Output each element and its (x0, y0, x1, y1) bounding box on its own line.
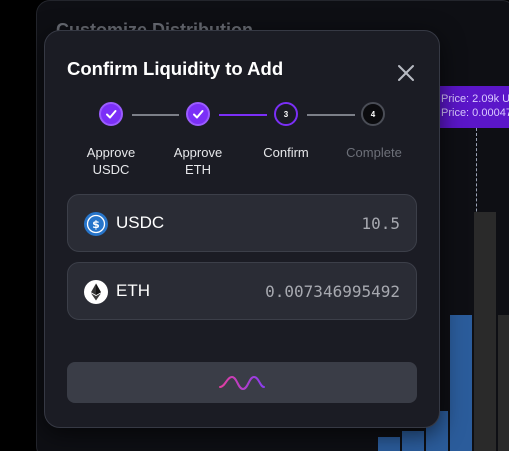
token-amount: 10.5 (361, 214, 400, 233)
eth-icon (84, 280, 108, 304)
step-connector (307, 114, 355, 116)
confirm-button[interactable] (67, 362, 417, 403)
usdc-icon: $ (84, 212, 108, 236)
token-amount: 0.007346995492 (265, 282, 400, 301)
distribution-bar[interactable] (498, 315, 509, 451)
step-4-indicator: 4 (361, 102, 385, 126)
confirm-liquidity-modal: Confirm Liquidity to Add 3 4 Approve USD… (44, 30, 440, 428)
step-4-label: Complete (346, 145, 402, 160)
svg-text:$: $ (92, 218, 100, 231)
step-3-indicator: 3 (274, 102, 298, 126)
distribution-bar[interactable] (402, 431, 424, 451)
check-icon (106, 110, 117, 119)
step-connector (132, 114, 179, 116)
distribution-bar[interactable] (450, 315, 472, 451)
check-icon (193, 110, 204, 119)
tooltip-price-line-2: Price: 0.000477 (441, 107, 509, 119)
app-stage: Customize Distribution Price: 2.09k USDC… (0, 0, 509, 451)
distribution-bar[interactable] (378, 437, 400, 451)
step-1-indicator (99, 102, 123, 126)
token-row-usdc: $ USDC 10.5 (67, 194, 417, 252)
loading-wave-icon (219, 375, 265, 390)
modal-title: Confirm Liquidity to Add (67, 58, 284, 79)
tooltip-price-line: Price: 2.09k USDC (441, 93, 509, 105)
step-connector (219, 114, 267, 116)
step-2-label: Approve ETH (173, 145, 223, 177)
step-2-indicator (186, 102, 210, 126)
token-symbol: USDC (116, 213, 165, 232)
step-1-label: Approve USDC (86, 145, 136, 177)
price-tooltip: Price: 2.09k USDC Price: 0.000477 (434, 86, 509, 128)
step-3-label: Confirm (263, 145, 309, 160)
token-row-eth: ETH 0.007346995492 (67, 262, 417, 320)
close-button[interactable] (395, 62, 417, 84)
token-symbol: ETH (116, 281, 150, 300)
distribution-bar[interactable] (474, 212, 496, 451)
close-icon[interactable] (395, 62, 417, 84)
